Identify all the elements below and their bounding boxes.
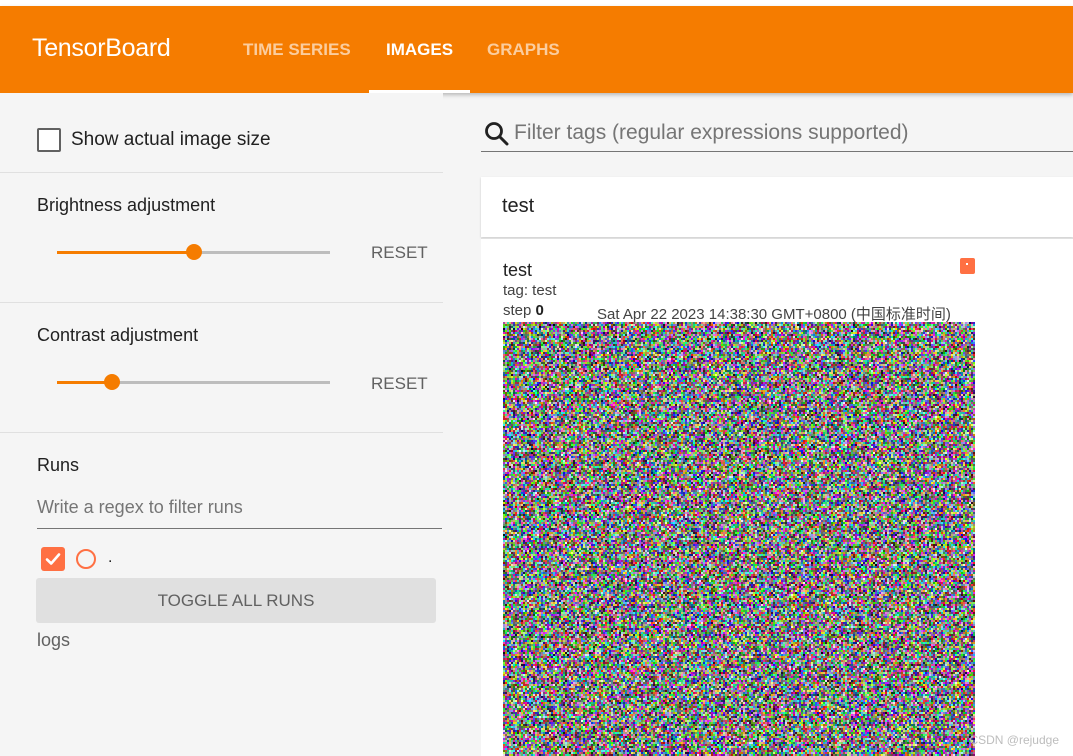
image-card-step: step 0 bbox=[503, 302, 544, 319]
tab-images[interactable]: IMAGES bbox=[386, 40, 453, 60]
image-card-timestamp: Sat Apr 22 2023 14:38:30 GMT+0800 (中国标准时… bbox=[597, 306, 951, 323]
run-color-marker bbox=[960, 258, 975, 274]
brightness-track-active bbox=[57, 251, 194, 254]
tag-group-header[interactable]: test bbox=[481, 177, 1073, 237]
tag-group-title: test bbox=[502, 195, 535, 217]
runs-title: Runs bbox=[37, 455, 80, 475]
brightness-slider-thumb[interactable] bbox=[186, 244, 202, 260]
divider bbox=[0, 172, 443, 173]
toggle-all-runs-button[interactable]: TOGGLE ALL RUNS bbox=[36, 578, 436, 623]
brightness-title: Brightness adjustment bbox=[37, 195, 216, 215]
main-content: test test tag: test step 0 Sat Apr 22 20… bbox=[443, 93, 1073, 756]
image-card-title: test bbox=[503, 260, 533, 280]
runs-filter-input[interactable] bbox=[37, 493, 442, 529]
watermark: CSDN @rejudge bbox=[969, 733, 1059, 747]
tab-time-series[interactable]: TIME SERIES bbox=[243, 40, 351, 60]
brightness-track[interactable] bbox=[194, 251, 330, 254]
contrast-track[interactable] bbox=[112, 381, 330, 384]
step-prefix: step bbox=[503, 302, 532, 319]
image-card-tag: tag: test bbox=[503, 282, 557, 299]
run-name: . bbox=[108, 549, 113, 566]
app-brand: TensorBoard bbox=[32, 34, 171, 62]
image-card: test tag: test step 0 Sat Apr 22 2023 14… bbox=[481, 238, 1073, 756]
app-header: TensorBoard TIME SERIES IMAGES GRAPHS bbox=[0, 6, 1073, 93]
tab-graphs[interactable]: GRAPHS bbox=[487, 40, 560, 60]
sidebar: Show actual image size Brightness adjust… bbox=[0, 93, 443, 756]
show-actual-size-checkbox[interactable] bbox=[37, 128, 61, 152]
app-root: TensorBoard TIME SERIES IMAGES GRAPHS Sh… bbox=[0, 0, 1073, 756]
check-icon bbox=[45, 553, 61, 565]
contrast-reset-button[interactable]: RESET bbox=[371, 374, 428, 394]
tag-filter-input[interactable] bbox=[481, 115, 1073, 152]
contrast-slider-thumb[interactable] bbox=[104, 374, 120, 390]
brightness-reset-button[interactable]: RESET bbox=[371, 243, 428, 263]
step-value: 0 bbox=[535, 302, 544, 319]
show-actual-size-label: Show actual image size bbox=[71, 129, 271, 150]
divider bbox=[0, 432, 443, 433]
noise-image[interactable] bbox=[503, 322, 975, 756]
contrast-title: Contrast adjustment bbox=[37, 325, 199, 345]
run-color-radio[interactable] bbox=[76, 549, 96, 569]
divider bbox=[0, 302, 443, 303]
run-checkbox[interactable] bbox=[41, 547, 65, 571]
logdir-label: logs bbox=[37, 630, 71, 650]
